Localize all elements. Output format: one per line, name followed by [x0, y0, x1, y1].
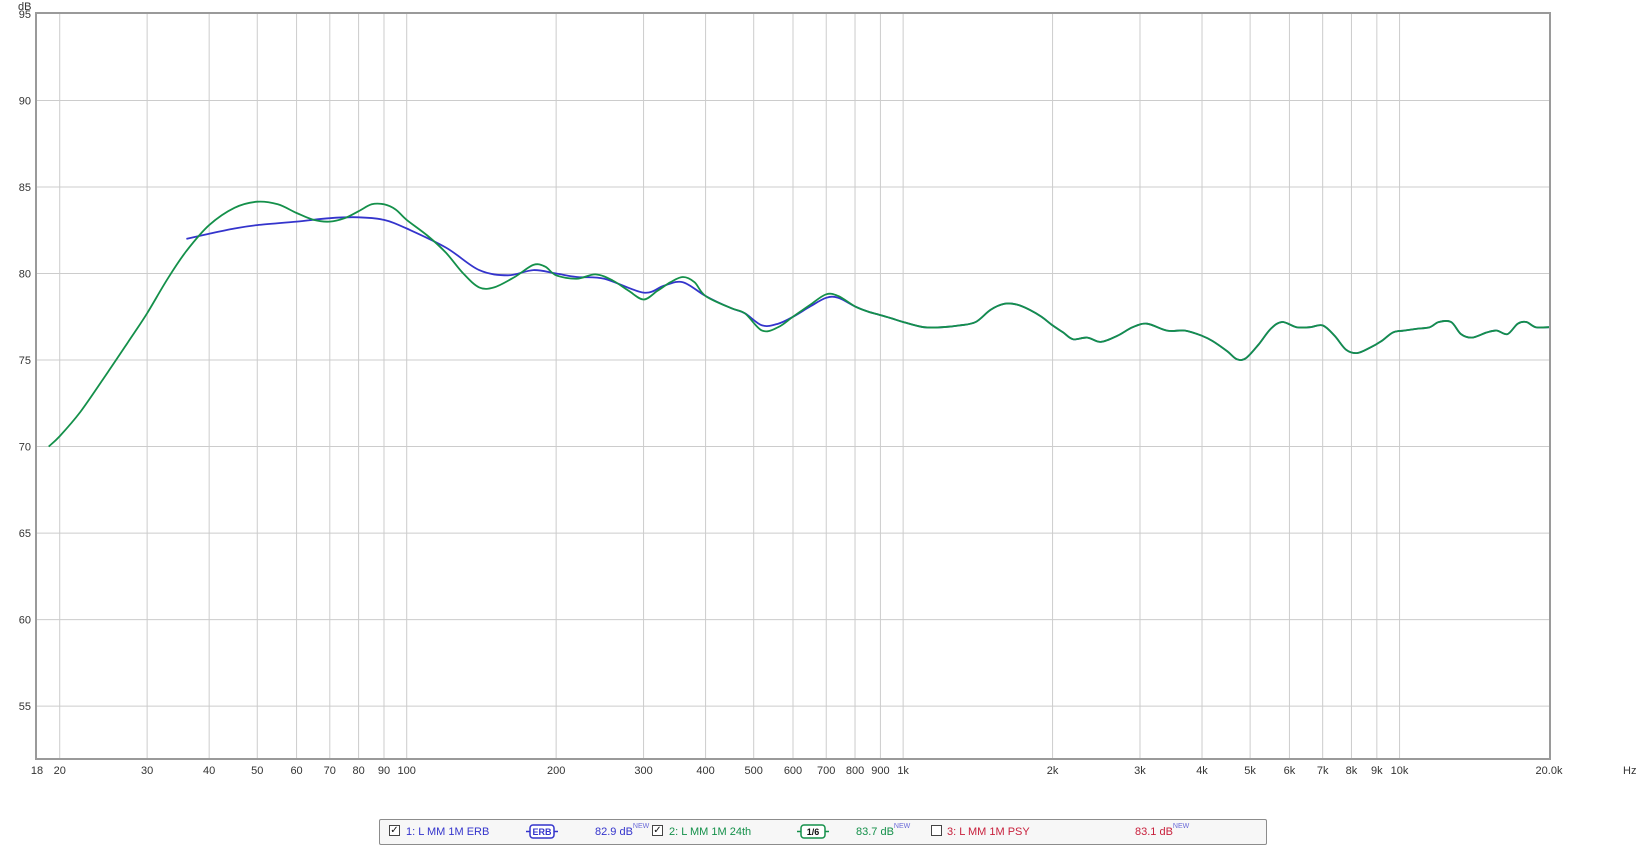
series2-smoothing-badge[interactable]: 1/6 [797, 823, 829, 840]
legend-bar: ✓ 1: L MM 1M ERB ERB 82.9 dBNEW ✓ 2: L M… [379, 819, 1267, 845]
x-tick-label: 700 [817, 765, 835, 777]
x-tick-label: 90 [378, 765, 390, 777]
x-tick-label: 9k [1371, 765, 1383, 777]
y-tick-label: 90 [19, 96, 31, 108]
x-tick-label: 500 [745, 765, 763, 777]
series1-checkbox[interactable]: ✓ [389, 825, 400, 836]
series3-name: 3: L MM 1M PSY [947, 826, 1030, 838]
y-tick-label: 55 [19, 701, 31, 713]
series3-new-tag: NEW [1172, 823, 1190, 830]
y-tick-label: 60 [19, 615, 31, 627]
y-tick-label: 85 [19, 182, 31, 194]
x-tick-label: 900 [871, 765, 889, 777]
x-tick-label: 100 [398, 765, 416, 777]
series1-value-text: 82.9 dB [595, 826, 633, 838]
x-tick-label: 7k [1317, 765, 1329, 777]
series1-badge-label: ERB [532, 827, 552, 837]
y-tick-label: 80 [19, 269, 31, 281]
x-tick-label: 8k [1346, 765, 1358, 777]
x-tick-label: 2k [1047, 765, 1059, 777]
x-tick-label: 5k [1244, 765, 1256, 777]
x-tick-label: 6k [1284, 765, 1296, 777]
series2-new-tag: NEW [893, 823, 911, 830]
series1-new-tag: NEW [632, 823, 650, 830]
series3-value-text: 83.1 dB [1135, 826, 1173, 838]
x-tick-label: 10k [1391, 765, 1409, 777]
x-tick-label: 300 [634, 765, 652, 777]
series1-value: 82.9 dBNEW [595, 823, 650, 838]
x-tick-label: 800 [846, 765, 864, 777]
series2-name: 2: L MM 1M 24th [669, 826, 752, 838]
x-tick-label: 200 [547, 765, 565, 777]
x-tick-label: 70 [324, 765, 336, 777]
x-tick-label: 20 [54, 765, 66, 777]
x-tick-label: 40 [203, 765, 215, 777]
x-tick-label: 3k [1134, 765, 1146, 777]
series2-value: 83.7 dBNEW [856, 823, 911, 838]
x-tick-label: 50 [251, 765, 263, 777]
x-tick-label: 20.0k [1536, 765, 1563, 777]
frequency-response-chart: dB Hz 95908580757065605518 20 30 40 50 60 70 80… [18, 1, 1636, 777]
series1-smoothing-badge[interactable]: ERB [526, 823, 558, 840]
x-tick-label: 80 [352, 765, 364, 777]
series3-checkbox[interactable] [931, 825, 942, 836]
x-tick-label: 30 [141, 765, 153, 777]
series2-value-text: 83.7 dB [856, 826, 894, 838]
series1-name: 1: L MM 1M ERB [406, 826, 490, 838]
x-tick-label: 60 [290, 765, 302, 777]
x-tick-label: 600 [784, 765, 802, 777]
y-tick-label: 70 [19, 442, 31, 454]
x-tick-label: 400 [696, 765, 714, 777]
y-tick-label: 65 [19, 528, 31, 540]
y-tick-label: 75 [19, 355, 31, 367]
series2-badge-label: 1/6 [807, 827, 820, 837]
y-tick-label: 95 [19, 9, 31, 21]
x-tick-label: 4k [1196, 765, 1208, 777]
x-tick-label: 18 [31, 765, 43, 777]
series3-value: 83.1 dBNEW [1135, 823, 1190, 838]
series2-checkbox[interactable]: ✓ [652, 825, 663, 836]
x-tick-label: 1k [897, 765, 909, 777]
x-unit-label: Hz [1623, 765, 1636, 777]
